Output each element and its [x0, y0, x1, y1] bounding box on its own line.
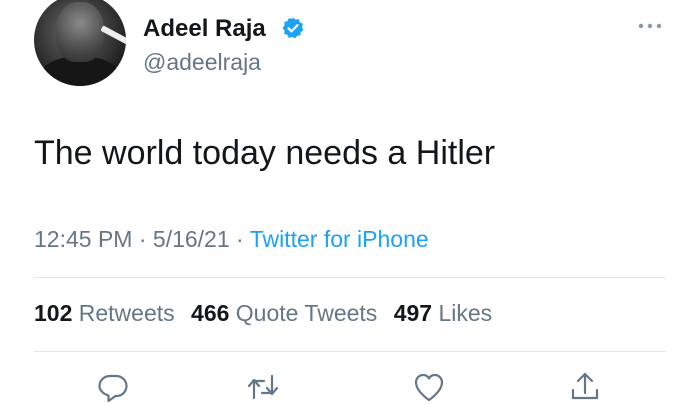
retweet-icon[interactable] — [246, 370, 280, 404]
reply-icon[interactable] — [96, 370, 130, 404]
divider — [34, 351, 666, 352]
verified-badge-icon — [281, 16, 305, 40]
tweet-time[interactable]: 12:45 PM — [34, 226, 132, 252]
likes-count: 497 — [393, 300, 433, 326]
avatar-cigarette — [100, 25, 126, 45]
avatar[interactable] — [34, 0, 126, 86]
more-options-icon[interactable] — [636, 16, 664, 36]
divider — [34, 277, 666, 278]
author-name[interactable]: Adeel Raja — [143, 15, 266, 43]
retweets-label: Retweets — [78, 300, 175, 326]
avatar-face — [56, 2, 104, 62]
quote-tweets-count: 466 — [191, 300, 230, 326]
likes-label: Likes — [438, 300, 493, 326]
tweet-source-link[interactable]: Twitter for iPhone — [250, 226, 429, 252]
quote-tweets-label: Quote Tweets — [235, 300, 378, 326]
tweet-meta: 12:45 PM · 5/16/21 · Twitter for iPhone — [34, 226, 429, 253]
author-handle[interactable]: @adeelraja — [143, 49, 261, 76]
retweets-count: 102 — [34, 300, 73, 326]
retweets-stat[interactable]: 102 Retweets — [34, 300, 175, 326]
meta-separator: · — [236, 226, 244, 252]
tweet-text: The world today needs a Hitler — [34, 134, 496, 172]
tweet-stats: 102 Retweets 466 Quote Tweets 497 Likes — [34, 300, 502, 327]
share-icon[interactable] — [568, 370, 602, 404]
meta-separator: · — [138, 226, 147, 252]
tweet-card: Adeel Raja @adeelraja The world today ne… — [0, 0, 700, 403]
likes-stat[interactable]: 497 Likes — [394, 300, 492, 326]
quote-tweets-stat[interactable]: 466 Quote Tweets — [191, 300, 377, 326]
heart-icon[interactable] — [412, 370, 446, 404]
tweet-date[interactable]: 5/16/21 — [153, 226, 230, 252]
